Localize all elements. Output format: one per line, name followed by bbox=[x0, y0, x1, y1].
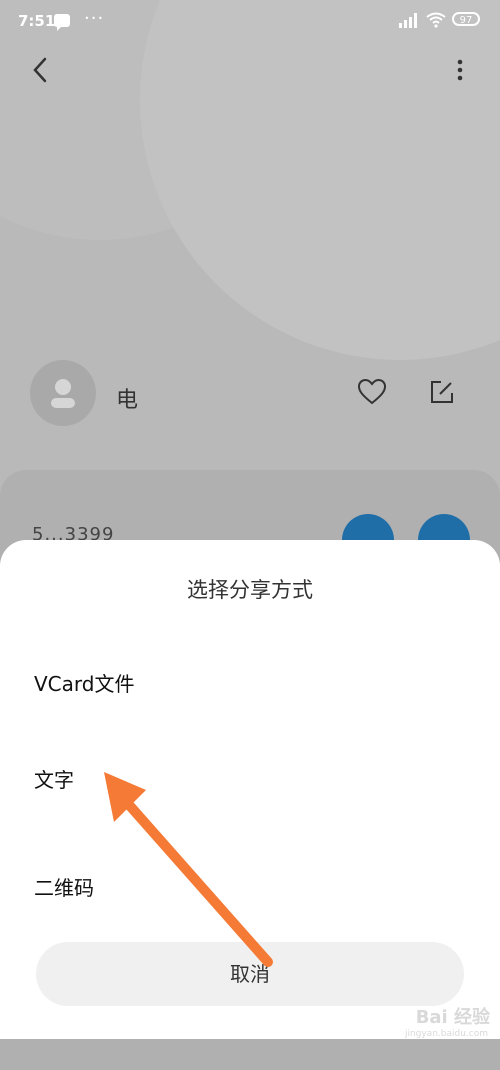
more-notifications-icon: ··· bbox=[84, 8, 105, 29]
share-option-qrcode[interactable]: 二维码 bbox=[34, 872, 94, 901]
status-time: 7:51 bbox=[18, 12, 56, 30]
share-option-vcard[interactable]: VCard文件 bbox=[34, 668, 134, 697]
contact-name: 电 bbox=[116, 388, 139, 413]
favorite-button[interactable] bbox=[354, 374, 390, 410]
status-bar: 7:51 ··· 97 bbox=[0, 0, 500, 44]
chevron-left-icon bbox=[33, 57, 47, 83]
battery-icon: 97 bbox=[452, 12, 480, 26]
watermark-logo: Bai 经验 bbox=[415, 1007, 490, 1028]
edit-icon bbox=[431, 381, 453, 403]
heart-icon bbox=[358, 379, 386, 405]
share-sheet: 选择分享方式 VCard文件 文字 二维码 取消 bbox=[0, 540, 500, 1039]
wifi-icon bbox=[426, 12, 446, 28]
cancel-button[interactable]: 取消 bbox=[36, 942, 464, 1006]
vertical-dots-icon bbox=[457, 59, 463, 81]
share-option-text[interactable]: 文字 bbox=[34, 764, 74, 793]
contact-header: 电 bbox=[30, 360, 480, 430]
person-icon bbox=[51, 379, 75, 408]
signal-icon bbox=[399, 13, 417, 28]
back-button[interactable] bbox=[20, 50, 60, 90]
avatar bbox=[30, 360, 96, 426]
watermark-url: jingyan.baidu.com bbox=[404, 1029, 488, 1039]
more-options-button[interactable] bbox=[440, 50, 480, 90]
edit-button[interactable] bbox=[424, 374, 460, 410]
share-sheet-title: 选择分享方式 bbox=[187, 578, 313, 602]
message-icon bbox=[54, 14, 70, 31]
